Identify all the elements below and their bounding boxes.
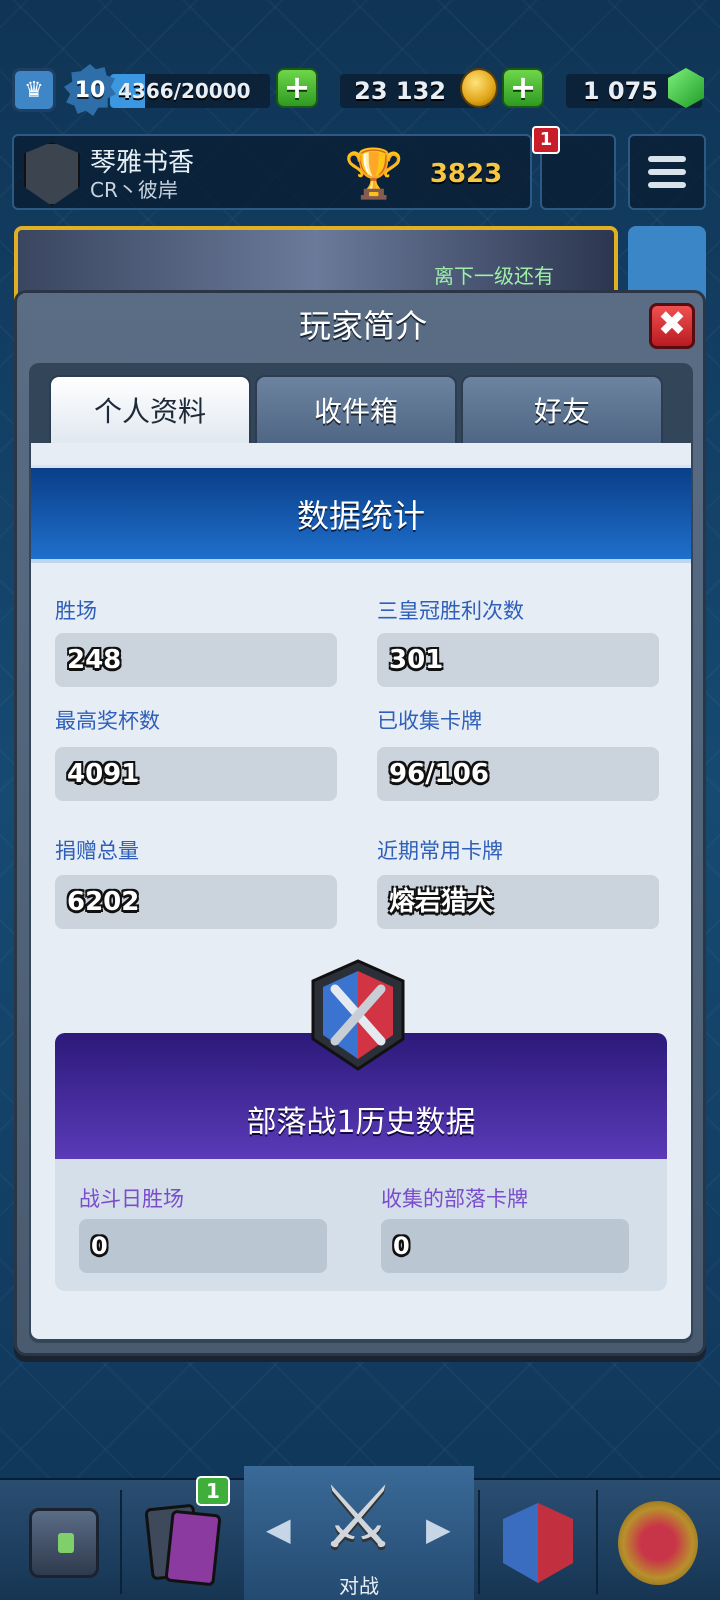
nav-battle[interactable]: ◀ ⚔ ▶ 对战 bbox=[244, 1466, 474, 1600]
war-value-battle-day-wins: 0 bbox=[79, 1219, 327, 1273]
stat-label-cards-found: 已收集卡牌 bbox=[377, 709, 482, 733]
nav-shop[interactable] bbox=[12, 1488, 116, 1598]
xp-text: 4366/20000 bbox=[118, 79, 251, 103]
buy-gems-button[interactable]: + bbox=[502, 68, 544, 108]
buy-gold-button[interactable]: + bbox=[276, 68, 318, 108]
hamburger-menu-button[interactable] bbox=[628, 134, 706, 210]
events-laurel-icon bbox=[618, 1501, 698, 1585]
arrow-left-icon[interactable]: ◀ bbox=[266, 1510, 291, 1548]
stat-label-three-crown-wins: 三皇冠胜利次数 bbox=[377, 599, 524, 623]
tab-friends[interactable]: 好友 bbox=[461, 375, 663, 443]
clan-shield-icon bbox=[24, 142, 80, 206]
gold-coin-icon bbox=[460, 68, 498, 108]
stat-value-best-trophies: 4091 bbox=[55, 747, 337, 801]
xp-progress-bar: 4366/20000 bbox=[110, 74, 270, 108]
stat-value-wins: 248 bbox=[55, 633, 337, 687]
nav-clan[interactable] bbox=[482, 1488, 594, 1598]
clan-shield-icon bbox=[503, 1503, 573, 1583]
close-button[interactable]: ✖ bbox=[649, 303, 695, 349]
crossed-swords-icon: ⚔ bbox=[319, 1468, 397, 1568]
stat-label-total-donations: 捐赠总量 bbox=[55, 839, 139, 863]
king-level-icon[interactable]: ♛ bbox=[12, 68, 56, 112]
battle-label: 对战 bbox=[339, 1574, 379, 1598]
stat-label-best-trophies: 最高奖杯数 bbox=[55, 709, 160, 733]
arrow-right-icon[interactable]: ▶ bbox=[426, 1510, 451, 1548]
banner-text: 离下一级还有 bbox=[434, 264, 554, 288]
stat-value-favorite-card: 熔岩猎犬 bbox=[377, 875, 659, 929]
player-profile-modal: 玩家简介 ✖ 个人资料 收件箱 好友 数据统计 胜场 248 三皇冠胜利次数 3… bbox=[14, 290, 706, 1356]
modal-body: 个人资料 收件箱 好友 数据统计 胜场 248 三皇冠胜利次数 301 最高奖杯… bbox=[29, 363, 693, 1343]
war-value-clan-cards-collected: 0 bbox=[381, 1219, 629, 1273]
tab-inbox[interactable]: 收件箱 bbox=[255, 375, 457, 443]
trophy-icon: 🏆 bbox=[344, 146, 404, 202]
profile-content[interactable]: 数据统计 胜场 248 三皇冠胜利次数 301 最高奖杯数 4091 已收集卡牌… bbox=[31, 443, 691, 1339]
tab-profile[interactable]: 个人资料 bbox=[49, 375, 251, 443]
war-label-clan-cards-collected: 收集的部落卡牌 bbox=[381, 1187, 528, 1211]
clan-war-emblem-icon bbox=[311, 959, 405, 1071]
player-profile-bar[interactable]: 琴雅书香 CR丶彼岸 🏆 3823 bbox=[12, 134, 532, 210]
stat-value-cards-found: 96/106 bbox=[377, 747, 659, 801]
stats-section-header: 数据统计 bbox=[31, 465, 691, 563]
stat-value-total-donations: 6202 bbox=[55, 875, 337, 929]
notification-badge: 1 bbox=[532, 126, 560, 154]
level-badge: 10 bbox=[64, 64, 116, 116]
clan-war-panel: 部落战1历史数据 战斗日胜场 0 收集的部落卡牌 0 bbox=[55, 1033, 667, 1291]
stat-value-three-crown-wins: 301 bbox=[377, 633, 659, 687]
nav-events[interactable] bbox=[600, 1488, 716, 1598]
tab-bar: 个人资料 收件箱 好友 bbox=[49, 375, 673, 443]
clan-name: CR丶彼岸 bbox=[90, 178, 178, 202]
trophy-count: 3823 bbox=[410, 156, 522, 192]
stat-label-wins: 胜场 bbox=[55, 599, 97, 623]
cards-icon bbox=[142, 1500, 222, 1587]
cards-badge: 1 bbox=[196, 1476, 230, 1506]
shop-chest-icon bbox=[29, 1508, 99, 1578]
stat-label-favorite-card: 近期常用卡牌 bbox=[377, 839, 503, 863]
modal-title: 玩家简介 bbox=[298, 307, 427, 345]
war-label-battle-day-wins: 战斗日胜场 bbox=[79, 1187, 184, 1211]
top-resource-bar: ♛ 4366/20000 10 + 23 132 + 1 075 bbox=[0, 60, 720, 116]
